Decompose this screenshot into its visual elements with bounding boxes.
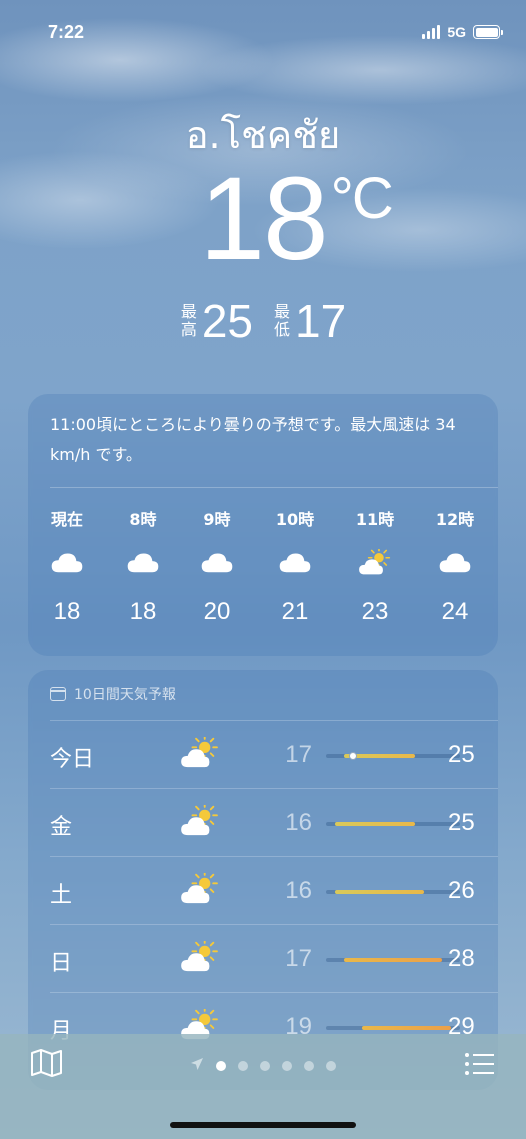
- cloud-icon: [182, 538, 252, 586]
- day-high: 28: [448, 945, 475, 972]
- hour-label: 12時: [435, 510, 475, 529]
- battery-icon: [473, 25, 503, 39]
- hour-label: 10時: [275, 510, 315, 529]
- hourly-item: 8時 18: [108, 506, 178, 626]
- daily-header: 10日間天気予報: [50, 684, 176, 704]
- temperature-range-fill: [361, 1026, 451, 1030]
- temperature-unit: °C: [330, 166, 394, 231]
- partly-sunny-icon: [180, 802, 220, 841]
- daily-row: 土 16 26: [50, 856, 498, 924]
- day-low: 17: [285, 945, 312, 972]
- day-low: 17: [285, 741, 312, 768]
- home-indicator[interactable]: [170, 1122, 356, 1128]
- hour-temperature: 18: [129, 598, 157, 625]
- page-dot[interactable]: [326, 1060, 336, 1071]
- page-dot[interactable]: [304, 1060, 314, 1071]
- temperature-range-bar: [326, 1026, 460, 1030]
- hour-label: 現在: [50, 510, 83, 529]
- cloud-icon: [32, 538, 102, 586]
- page-dot[interactable]: [260, 1060, 270, 1071]
- status-time: 7:22: [48, 22, 85, 42]
- cloud-icon: [260, 538, 330, 586]
- day-name: 今日: [50, 747, 95, 772]
- hourly-item: 12時 24: [420, 506, 490, 626]
- daily-row: 今日 17 25: [50, 720, 498, 788]
- day-name: 日: [50, 951, 73, 976]
- day-high: 25: [448, 809, 475, 836]
- cloud-icon: [420, 538, 490, 586]
- temperature-range-fill: [334, 890, 425, 894]
- status-indicators: 5G: [422, 24, 503, 40]
- temperature-range-fill: [343, 958, 443, 962]
- page-indicator[interactable]: [0, 1056, 526, 1075]
- page-dot[interactable]: [282, 1060, 292, 1071]
- network-type: 5G: [447, 24, 466, 40]
- high-temp: 最高 25: [180, 294, 253, 348]
- high-label: 最高: [180, 302, 197, 339]
- divider: [50, 487, 498, 488]
- current-temp-dot: [348, 752, 357, 760]
- hourly-item: 10時 21: [260, 506, 330, 626]
- daily-row: 金 16 25: [50, 788, 498, 856]
- low-value: 17: [295, 295, 347, 347]
- hour-temperature: 24: [441, 598, 469, 625]
- day-low: 16: [285, 877, 312, 904]
- hourly-forecast-card[interactable]: 11:00頃にところにより曇りの予想です。最大風速は 34 km/h です。 現…: [28, 394, 498, 656]
- hour-temperature: 18: [53, 598, 81, 625]
- forecast-summary: 11:00頃にところにより曇りの予想です。最大風速は 34 km/h です。: [50, 415, 456, 464]
- hourly-item: 現在 18: [32, 506, 102, 626]
- hour-label: 9時: [203, 510, 231, 529]
- day-name: 金: [50, 815, 73, 840]
- low-label: 最低: [273, 302, 290, 339]
- day-name: 土: [50, 883, 73, 908]
- high-value: 25: [201, 295, 253, 347]
- current-temperature-value: 18: [199, 153, 328, 285]
- hour-temperature: 21: [281, 598, 309, 625]
- daily-header-label: 10日間天気予報: [74, 687, 176, 703]
- day-high: 25: [448, 741, 475, 768]
- hour-label: 8時: [129, 510, 157, 529]
- day-low: 16: [285, 809, 312, 836]
- partly-sunny-icon: [340, 538, 410, 586]
- partly-sunny-icon: [180, 734, 220, 773]
- partly-sunny-icon: [180, 938, 220, 977]
- page-dot[interactable]: [216, 1060, 226, 1071]
- temperature-range-bar: [326, 890, 460, 894]
- day-high: 26: [448, 877, 475, 904]
- hour-temperature: 23: [361, 598, 389, 625]
- status-bar: 7:22 5G: [0, 0, 526, 60]
- partly-sunny-icon: [180, 870, 220, 909]
- cloud-icon: [108, 538, 178, 586]
- signal-icon: [422, 25, 441, 39]
- temperature-range-bar: [326, 752, 460, 760]
- hourly-item: 11時 23: [340, 506, 410, 626]
- list-icon[interactable]: [464, 1052, 496, 1080]
- high-low: 最高 25 最低 17: [0, 294, 526, 348]
- daily-row: 日 17 28: [50, 924, 498, 992]
- calendar-icon: [50, 687, 66, 701]
- current-temperature: 18 °C: [0, 160, 526, 278]
- daily-forecast-card[interactable]: 10日間天気予報 今日 17 25 金 16 25 土 16 26 日 17 28 月 19 29: [28, 670, 498, 1090]
- location-arrow-icon: [190, 1056, 204, 1075]
- hour-label: 11時: [355, 510, 395, 529]
- page-dot[interactable]: [238, 1060, 248, 1071]
- temperature-range-bar: [326, 822, 460, 826]
- temperature-range-fill: [334, 822, 416, 826]
- hourly-item: 9時 20: [182, 506, 252, 626]
- low-temp: 最低 17: [273, 294, 346, 348]
- hour-temperature: 20: [203, 598, 231, 625]
- temperature-range-bar: [326, 958, 460, 962]
